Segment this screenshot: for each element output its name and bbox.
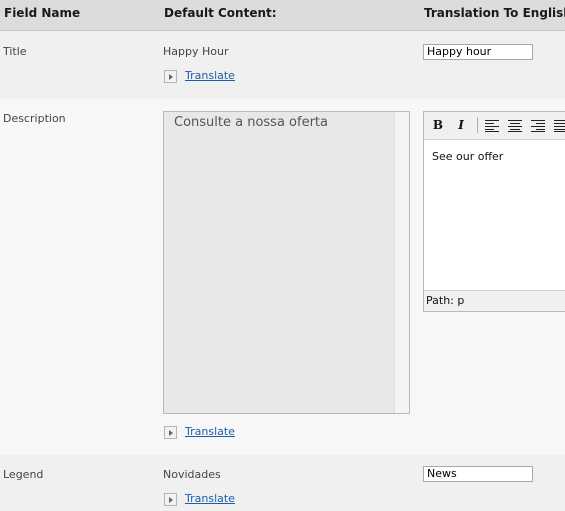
expand-arrow-icon[interactable]: [164, 493, 177, 506]
title-field-label: Title: [3, 45, 27, 58]
title-translate-link[interactable]: Translate: [185, 69, 235, 82]
toolbar-separator: [477, 117, 478, 133]
description-row: Description Consulte a nossa oferta Tran…: [0, 99, 565, 455]
description-field-label: Description: [3, 112, 66, 125]
editor-path-label: Path: p: [426, 294, 465, 307]
align-left-icon[interactable]: [485, 120, 499, 132]
editor-content[interactable]: See our offer: [432, 150, 503, 163]
translation-header: Translation To English: [424, 6, 565, 20]
legend-field-label: Legend: [3, 468, 44, 481]
table-header: Field Name Default Content: Translation …: [0, 0, 565, 31]
bold-button[interactable]: B: [429, 117, 447, 134]
title-default-content: Happy Hour: [163, 45, 229, 58]
description-translate-link[interactable]: Translate: [185, 425, 235, 438]
expand-arrow-icon[interactable]: [164, 70, 177, 83]
legend-translation-input[interactable]: [423, 466, 533, 482]
title-row: Title Happy Hour Translate: [0, 31, 565, 99]
italic-button[interactable]: I: [452, 117, 470, 134]
legend-default-content: Novidades: [163, 468, 221, 481]
textarea-scrollbar[interactable]: [394, 112, 409, 413]
description-default-textarea[interactable]: Consulte a nossa oferta: [163, 111, 410, 414]
legend-translate-link[interactable]: Translate: [185, 492, 235, 505]
align-justify-icon[interactable]: [554, 120, 565, 132]
expand-arrow-icon[interactable]: [164, 426, 177, 439]
rich-text-editor[interactable]: B I See our offer Path: p: [423, 111, 565, 312]
align-right-icon[interactable]: [531, 120, 545, 132]
title-translation-input[interactable]: [423, 44, 533, 60]
field-name-header: Field Name: [4, 6, 81, 20]
default-content-header: Default Content:: [164, 6, 277, 20]
editor-path-bar: Path: p: [424, 290, 565, 311]
description-default-content: Consulte a nossa oferta: [174, 115, 328, 130]
align-center-icon[interactable]: [508, 120, 522, 132]
legend-row: Legend Novidades Translate: [0, 455, 565, 511]
editor-toolbar: B I: [424, 112, 565, 140]
